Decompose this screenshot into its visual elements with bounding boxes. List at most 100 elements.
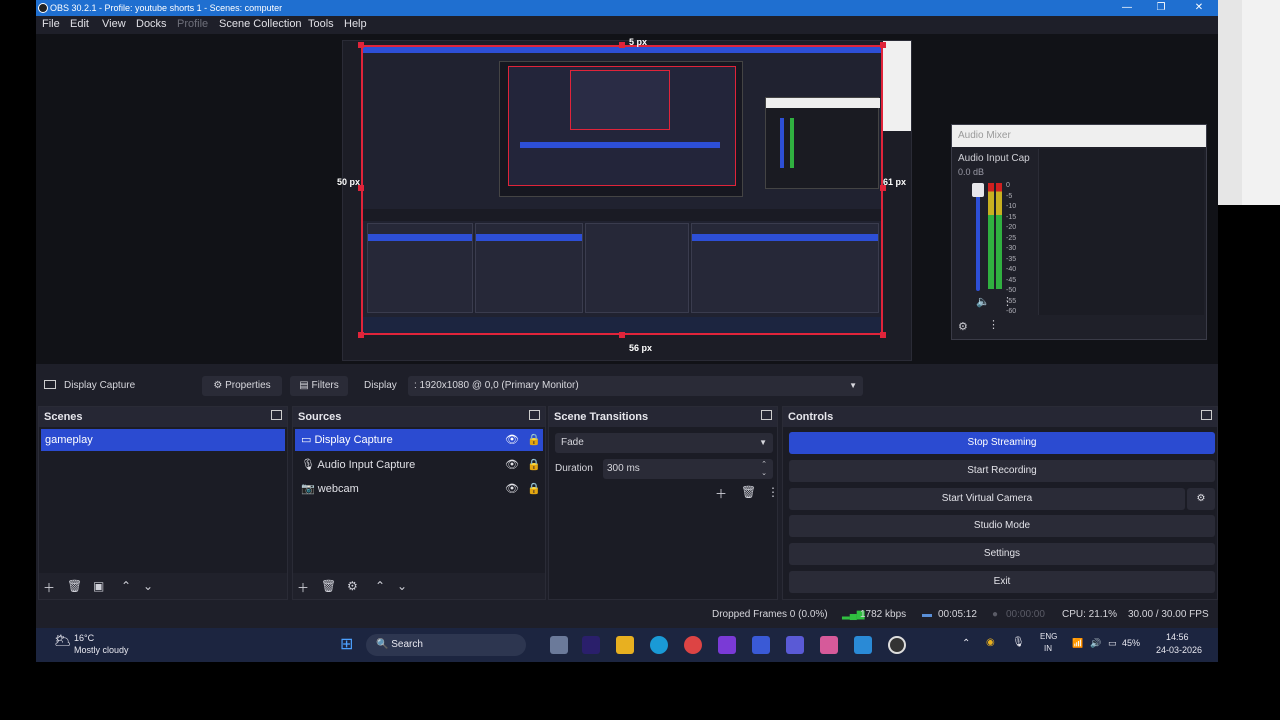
menu-docks[interactable]: Docks (136, 18, 167, 30)
store-icon[interactable] (752, 636, 770, 654)
menu-help[interactable]: Help (344, 18, 367, 30)
start-recording-button[interactable]: Start Recording (789, 460, 1215, 482)
add-transition-icon[interactable]: ＋ (715, 485, 727, 502)
title-bar[interactable]: OBS 30.2.1 - Profile: youtube shorts 1 -… (36, 0, 1218, 16)
remove-scene-icon[interactable]: 🗑 (67, 579, 82, 593)
nested-source-toolbar (363, 209, 881, 221)
add-source-icon[interactable]: ＋ (297, 579, 309, 596)
volume-icon[interactable]: 🔊 (1090, 638, 1101, 649)
language-bottom[interactable]: IN (1044, 644, 1052, 653)
teams-icon[interactable] (786, 636, 804, 654)
exit-button[interactable]: Exit (789, 571, 1215, 593)
app-icon[interactable] (718, 636, 736, 654)
move-up-icon[interactable]: ⌃ (121, 579, 131, 593)
resize-handle-t[interactable] (619, 42, 625, 48)
resize-handle-tl[interactable] (358, 42, 364, 48)
lock-icon[interactable]: 🔒 (527, 454, 541, 476)
obs-taskbar-icon[interactable] (888, 636, 906, 654)
language-top[interactable]: ENG (1040, 632, 1057, 641)
taskbar-search[interactable]: 🔍 Search (366, 634, 526, 656)
audio-kebab-icon[interactable]: ⋮ (1002, 295, 1013, 308)
scene-item[interactable]: gameplay (41, 429, 285, 451)
undock-icon[interactable] (761, 410, 772, 420)
add-scene-icon[interactable]: ＋ (43, 579, 55, 596)
transition-select[interactable]: Fade ▼ (555, 433, 773, 453)
studio-mode-button[interactable]: Studio Mode (789, 515, 1215, 537)
resize-handle-tr[interactable] (880, 42, 886, 48)
audio-settings-gear-icon[interactable]: ⚙ (958, 320, 968, 333)
task-view-icon[interactable] (550, 636, 568, 654)
move-down-icon[interactable]: ⌄ (397, 579, 407, 593)
battery-percent[interactable]: 45% (1122, 638, 1140, 648)
display-select[interactable]: : 1920x1080 @ 0,0 (Primary Monitor) ▼ (408, 376, 863, 396)
source-properties-gear-icon[interactable]: ⚙ (347, 579, 358, 593)
scene-filters-icon[interactable]: ▣ (93, 579, 104, 593)
resize-handle-bl[interactable] (358, 332, 364, 338)
clock-date[interactable]: 24-03-2026 (1156, 645, 1202, 655)
source-item[interactable]: 🎙 Audio Input Capture 👁 🔒 (295, 454, 543, 476)
preview-canvas[interactable]: 5 px 50 px 61 px 56 px (337, 37, 912, 361)
edge-icon[interactable] (650, 636, 668, 654)
weather-temp[interactable]: 16°C (74, 633, 94, 643)
source-item[interactable]: 📷 webcam 👁 🔒 (295, 478, 543, 500)
transition-type: Fade (561, 437, 584, 448)
weather-icon[interactable]: 🌥 (54, 632, 72, 649)
meter-tick-label: -5 (1006, 192, 1013, 200)
eye-icon[interactable]: 👁 (505, 454, 519, 476)
move-up-icon[interactable]: ⌃ (375, 579, 385, 593)
filters-button[interactable]: ▤ Filters (290, 376, 348, 396)
audio-menu-kebab-icon[interactable]: ⋮ (988, 318, 999, 331)
lock-icon[interactable]: 🔒 (527, 429, 541, 451)
undock-icon[interactable] (271, 410, 282, 420)
copilot-icon[interactable] (820, 636, 838, 654)
chrome-icon[interactable] (684, 636, 702, 654)
file-explorer-icon[interactable] (616, 636, 634, 654)
undock-icon[interactable] (1201, 410, 1212, 420)
transition-kebab-icon[interactable]: ⋮ (767, 485, 779, 499)
settings-button[interactable]: Settings (789, 543, 1215, 565)
close-button[interactable]: ✕ (1184, 0, 1214, 16)
chevron-up-icon[interactable]: ⌃ (962, 638, 970, 649)
weather-text[interactable]: Mostly cloudy (74, 645, 129, 655)
resize-handle-b[interactable] (619, 332, 625, 338)
move-down-icon[interactable]: ⌄ (143, 579, 153, 593)
microphone-icon[interactable]: 🎙 (1012, 637, 1025, 648)
lock-icon[interactable]: 🔒 (527, 478, 541, 500)
volume-slider-track[interactable] (976, 187, 980, 291)
source-label: webcam (317, 483, 359, 495)
spin-arrows-icon[interactable]: ⌃ ⌄ (761, 460, 767, 478)
stop-streaming-button[interactable]: Stop Streaming (789, 432, 1215, 454)
menu-scene-collection[interactable]: Scene Collection (219, 18, 302, 30)
menu-profile[interactable]: Profile (177, 18, 208, 30)
menu-edit[interactable]: Edit (70, 18, 89, 30)
eye-icon[interactable]: 👁 (505, 429, 519, 451)
app-icon[interactable] (854, 636, 872, 654)
windows-start-icon[interactable]: ⊞ (340, 636, 358, 654)
properties-button[interactable]: ⚙ Properties (202, 376, 282, 396)
display-capture-bounding-box[interactable] (361, 45, 883, 335)
menu-view[interactable]: View (102, 18, 126, 30)
remove-source-icon[interactable]: 🗑 (321, 579, 336, 593)
menu-tools[interactable]: Tools (308, 18, 334, 30)
clock-time[interactable]: 14:56 (1166, 632, 1189, 642)
volume-slider-knob[interactable] (972, 183, 984, 197)
dim-bottom-label: 56 px (629, 343, 653, 353)
premiere-icon[interactable] (582, 636, 600, 654)
resize-handle-br[interactable] (880, 332, 886, 338)
menu-file[interactable]: File (42, 18, 60, 30)
restore-button[interactable]: ❐ (1146, 0, 1176, 16)
duration-spinbox[interactable]: 300 ms ⌃ ⌄ (603, 459, 773, 479)
virtual-camera-settings-button[interactable]: ⚙ (1187, 488, 1215, 510)
wifi-icon[interactable]: 📶 (1072, 638, 1083, 649)
undock-icon[interactable] (529, 410, 540, 420)
eye-icon[interactable]: 👁 (505, 478, 519, 500)
minimize-button[interactable]: — (1112, 0, 1142, 16)
battery-icon[interactable]: ▭ (1108, 638, 1117, 649)
menu-bar: File Edit View Docks Profile Scene Colle… (36, 16, 1218, 34)
controls-dock: Controls Stop Streaming Start Recording … (782, 406, 1218, 600)
speaker-icon[interactable]: 🔈 (976, 295, 990, 308)
start-virtual-camera-button[interactable]: Start Virtual Camera (789, 488, 1185, 510)
tray-app-icon[interactable]: ◉ (986, 637, 995, 648)
remove-transition-icon[interactable]: 🗑 (741, 485, 756, 499)
source-item[interactable]: ▭ Display Capture 👁 🔒 (295, 429, 543, 451)
